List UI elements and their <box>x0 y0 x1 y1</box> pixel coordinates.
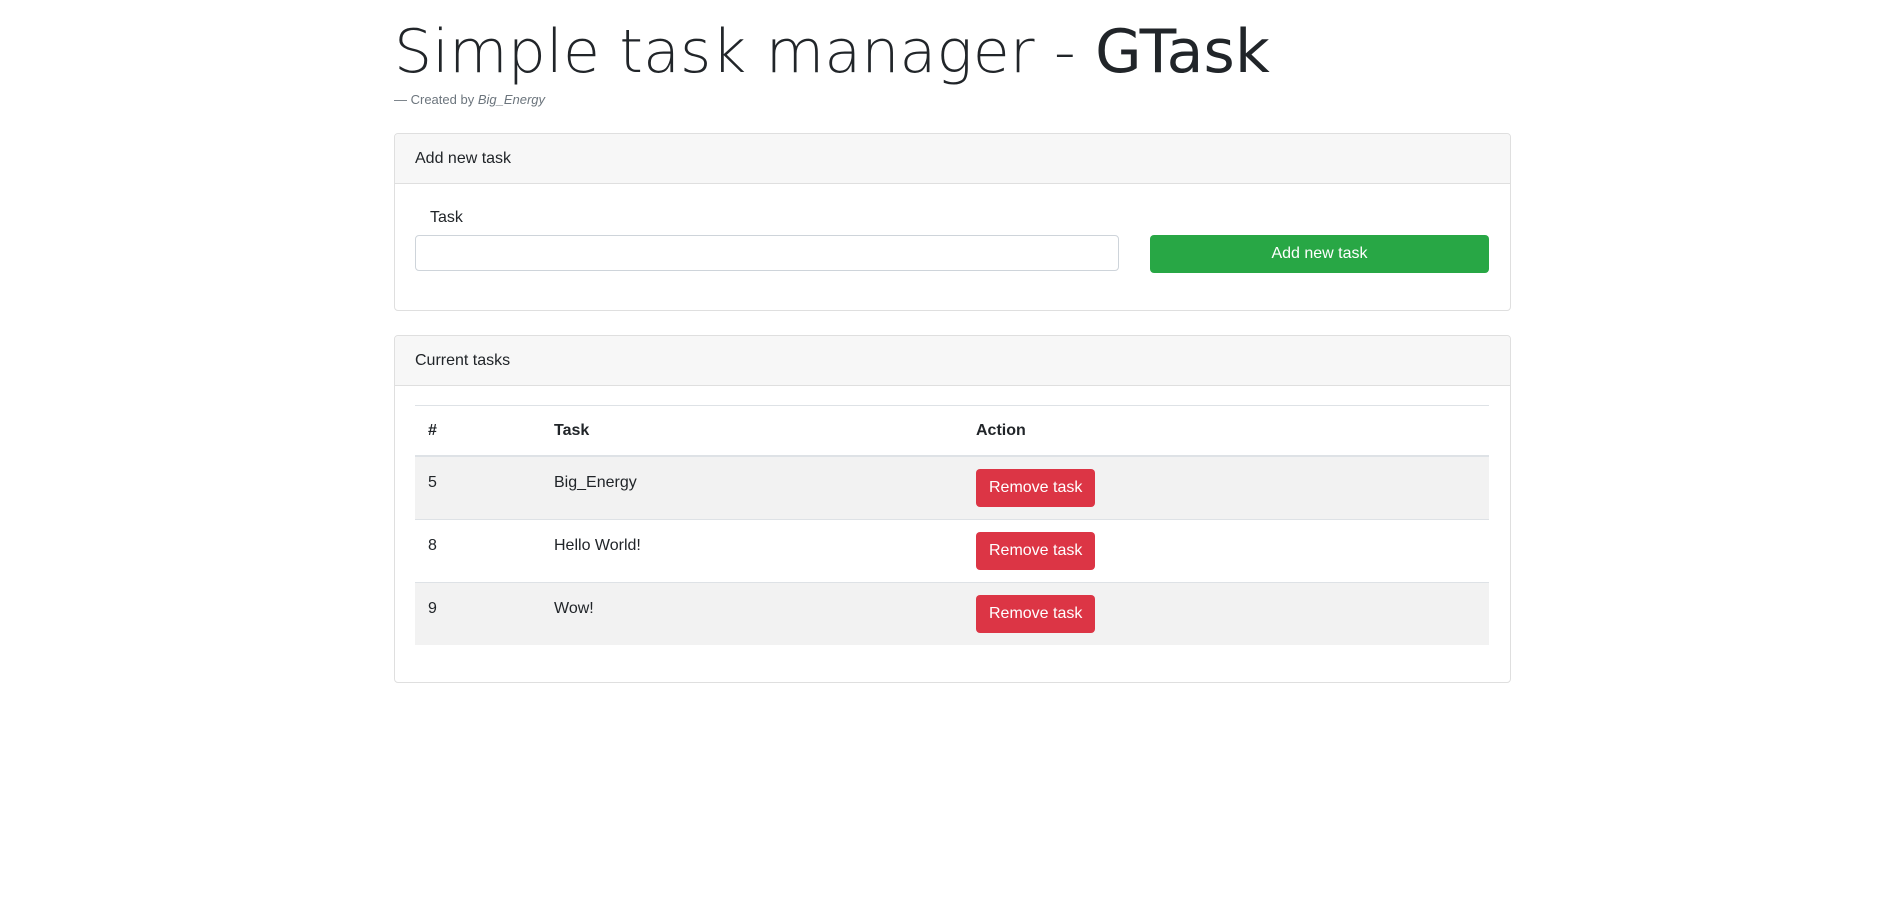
task-text-cell: Big_Energy <box>541 455 963 520</box>
current-tasks-card-header: Current tasks <box>395 336 1510 386</box>
task-id-cell: 8 <box>415 519 541 583</box>
title-brand: GTask <box>1095 17 1270 87</box>
table-row: 8 Hello World! Remove task <box>415 519 1489 583</box>
tasks-table: # Task Action 5 Big_Energy Remove task 8… <box>415 405 1489 645</box>
column-header-number: # <box>415 405 541 457</box>
task-label: Task <box>430 209 463 226</box>
remove-task-button[interactable]: Remove task <box>976 469 1096 507</box>
task-action-cell: Remove task <box>963 582 1489 645</box>
current-tasks-card: Current tasks # Task Action 5 Big_Energy… <box>394 335 1511 683</box>
task-id-cell: 9 <box>415 582 541 645</box>
remove-task-button[interactable]: Remove task <box>976 532 1096 570</box>
table-row: 9 Wow! Remove task <box>415 582 1489 645</box>
column-header-task: Task <box>541 405 963 457</box>
table-header-row: # Task Action <box>415 405 1489 457</box>
page-container: Simple task manager - GTask — Created by… <box>394 0 1511 683</box>
task-text: Hello World! <box>554 537 641 554</box>
task-id: 8 <box>428 537 437 554</box>
byline: — Created by Big_Energy <box>394 92 1511 110</box>
task-id: 5 <box>428 474 437 491</box>
task-text-cell: Wow! <box>541 582 963 645</box>
task-input[interactable] <box>415 235 1119 271</box>
table-row: 5 Big_Energy Remove task <box>415 455 1489 520</box>
task-text: Big_Energy <box>554 474 637 491</box>
byline-author: Big_Energy <box>477 92 546 107</box>
add-task-card: Add new task Task Add new task <box>394 133 1511 311</box>
column-header-action: Action <box>963 405 1489 457</box>
task-id: 9 <box>428 600 437 617</box>
task-text-cell: Hello World! <box>541 519 963 583</box>
title-prefix: Simple task manager - <box>394 17 1096 87</box>
remove-task-button[interactable]: Remove task <box>976 595 1096 633</box>
add-new-task-button[interactable]: Add new task <box>1150 235 1489 273</box>
add-task-card-header: Add new task <box>395 134 1510 184</box>
task-text: Wow! <box>554 600 594 617</box>
byline-prefix: — Created by <box>394 92 478 107</box>
page-title: Simple task manager - GTask <box>394 0 1511 88</box>
task-action-cell: Remove task <box>963 519 1489 583</box>
task-action-cell: Remove task <box>963 455 1489 520</box>
task-id-cell: 5 <box>415 455 541 520</box>
